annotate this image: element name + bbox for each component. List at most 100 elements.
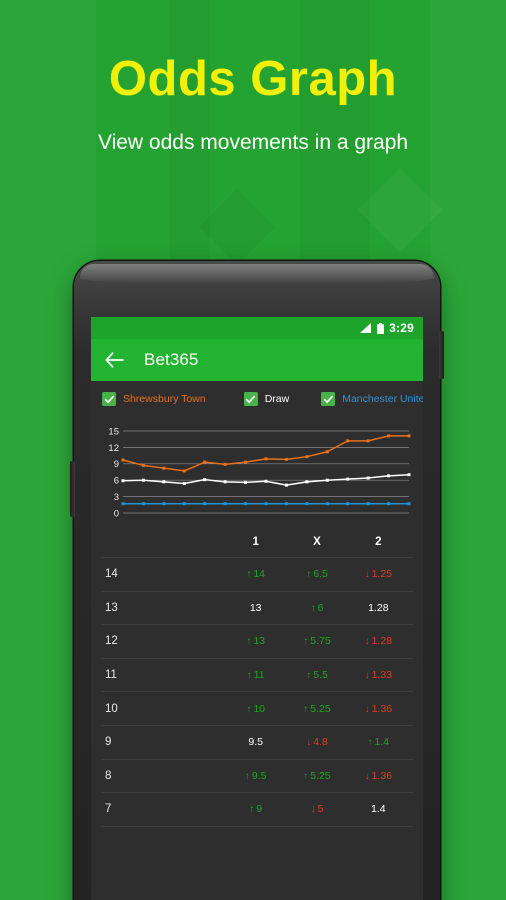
- series-point-2-11: [346, 502, 350, 506]
- row-divider: [101, 825, 413, 827]
- series-point-1-4: [203, 478, 207, 482]
- arrow-down-icon: ↓: [310, 804, 316, 816]
- app-bar: Bet365: [91, 339, 423, 381]
- cell-time: 10: [105, 702, 118, 715]
- phone-screen: 3:29 Bet365 Shrewsbury Town Draw Manches…: [91, 317, 423, 900]
- chart-gridlines: [123, 430, 409, 514]
- series-point-1-0: [121, 479, 125, 483]
- arrow-up-icon: ↑: [244, 770, 250, 782]
- series-point-1-11: [346, 477, 350, 481]
- phone-screen-glare: [80, 264, 434, 284]
- arrow-up-icon: ↑: [306, 569, 312, 581]
- check-icon: [323, 395, 333, 403]
- legend-item-draw[interactable]: Draw: [243, 392, 290, 406]
- legend-label-home: Shrewsbury Town: [123, 393, 206, 405]
- cell-time: 8: [105, 769, 112, 782]
- series-point-2-13: [387, 502, 391, 506]
- y-tick-15: 15: [108, 426, 119, 437]
- table-row[interactable]: 14 ↑ 14 ↑ 6.5 ↓ 1.25: [91, 558, 423, 591]
- phone-device-frame: 3:29 Bet365 Shrewsbury Town Draw Manches…: [70, 261, 444, 900]
- series-point-0-2: [162, 466, 166, 470]
- arrow-down-icon: ↓: [364, 569, 370, 581]
- series-point-1-3: [182, 481, 186, 485]
- cell-time: 12: [105, 635, 118, 648]
- series-point-0-5: [223, 462, 227, 466]
- series-point-1-1: [141, 478, 145, 482]
- odds-chart-svg: 0 3 6 9 12 15: [108, 426, 411, 519]
- check-icon: [245, 395, 256, 403]
- signal-bars-icon: [360, 323, 372, 333]
- arrow-up-icon: ↑: [303, 703, 309, 715]
- table-row[interactable]: 13 13 ↑ 6 1.28: [91, 592, 423, 625]
- cell-odds-2: ↓ 1.36: [364, 769, 393, 782]
- cell-time: 9: [105, 736, 112, 749]
- cell-time: 14: [105, 568, 118, 581]
- cell-odds-2: ↓ 1.25: [364, 568, 393, 581]
- power-button[interactable]: [439, 331, 444, 379]
- chart-series: [121, 434, 411, 506]
- legend-item-home[interactable]: Shrewsbury Town: [102, 392, 206, 406]
- table-row[interactable]: 12 ↑ 13 ↑ 5.75 ↓ 1.28: [91, 625, 423, 658]
- table-body: 14 ↑ 14 ↑ 6.5 ↓ 1.25 13 13 ↑ 6 1.28 12 ↑ 13 ↑ 5.75 ↓ 1.28 1…: [91, 557, 423, 827]
- arrow-up-icon: ↑: [303, 636, 309, 648]
- back-arrow-icon[interactable]: [105, 352, 124, 368]
- cell-odds-2: 1.28: [368, 601, 389, 614]
- status-bar-clock: 3:29: [389, 321, 414, 335]
- series-point-1-5: [223, 480, 227, 484]
- check-icon: [104, 395, 114, 403]
- column-header-2: 2: [375, 536, 382, 548]
- series-point-0-0: [121, 458, 125, 462]
- series-point-1-7: [264, 479, 268, 483]
- cell-odds-x: ↑ 5.75: [303, 635, 331, 648]
- series-point-1-13: [387, 474, 391, 478]
- table-row[interactable]: 8 ↑ 9.5 ↑ 5.25 ↓ 1.36: [91, 760, 423, 793]
- series-point-0-11: [346, 439, 350, 443]
- cell-time: 11: [105, 669, 117, 682]
- series-point-1-12: [366, 476, 370, 480]
- series-point-2-5: [223, 502, 227, 506]
- cell-odds-1: ↑ 13: [246, 635, 265, 648]
- promo-header: Odds Graph View odds movements in a grap…: [0, 0, 506, 155]
- column-header-1: 1: [252, 536, 259, 548]
- table-row[interactable]: 10 ↑ 10 ↑ 5.25 ↓ 1.36: [91, 692, 423, 725]
- arrow-up-icon: ↑: [246, 636, 252, 648]
- cell-odds-1: ↑ 9: [249, 803, 263, 816]
- cell-odds-x: ↑ 6: [310, 601, 324, 614]
- cell-time: 7: [105, 803, 112, 816]
- y-tick-12: 12: [108, 443, 119, 454]
- odds-chart[interactable]: 0 3 6 9 12 15: [91, 417, 423, 527]
- arrow-down-icon: ↓: [364, 670, 370, 682]
- series-point-0-13: [387, 434, 391, 438]
- checkbox-draw[interactable]: [243, 392, 258, 406]
- checkbox-home[interactable]: [102, 392, 116, 406]
- cell-odds-x: ↓ 5: [310, 803, 324, 816]
- cell-odds-1: ↑ 11: [246, 669, 265, 682]
- legend-label-draw: Draw: [264, 393, 290, 405]
- series-point-2-14: [407, 502, 411, 506]
- cell-odds-x: ↑ 5.25: [303, 769, 331, 782]
- cell-odds-2: ↓ 1.33: [364, 669, 393, 682]
- series-legend: Shrewsbury Town Draw Manchester United: [91, 381, 423, 417]
- legend-item-away[interactable]: Manchester United: [321, 392, 423, 406]
- legend-label-away: Manchester United: [342, 393, 423, 405]
- series-line-0: [122, 435, 409, 472]
- checkbox-away[interactable]: [321, 392, 336, 406]
- series-point-0-3: [182, 469, 186, 473]
- y-tick-0: 0: [114, 508, 119, 519]
- table-row[interactable]: 11 ↑ 11 ↑ 5.5 ↓ 1.33: [91, 659, 423, 692]
- table-row[interactable]: 7 ↑ 9 ↓ 5 1.4: [91, 793, 423, 826]
- series-point-2-10: [325, 502, 329, 506]
- table-header-row: 1 X 2: [91, 527, 423, 557]
- arrow-down-icon: ↓: [306, 737, 312, 749]
- battery-icon: [377, 322, 385, 334]
- series-point-0-9: [305, 455, 309, 459]
- arrow-up-icon: ↑: [246, 703, 252, 715]
- table-row[interactable]: 9 9.5 ↓ 4.8 ↑ 1.4: [91, 726, 423, 759]
- volume-button[interactable]: [70, 461, 75, 517]
- y-tick-3: 3: [114, 492, 119, 503]
- status-bar: 3:29: [91, 317, 423, 339]
- app-bar-title: Bet365: [144, 350, 199, 369]
- arrow-down-icon: ↓: [364, 770, 370, 782]
- arrow-up-icon: ↑: [367, 737, 373, 749]
- series-point-2-1: [141, 502, 145, 506]
